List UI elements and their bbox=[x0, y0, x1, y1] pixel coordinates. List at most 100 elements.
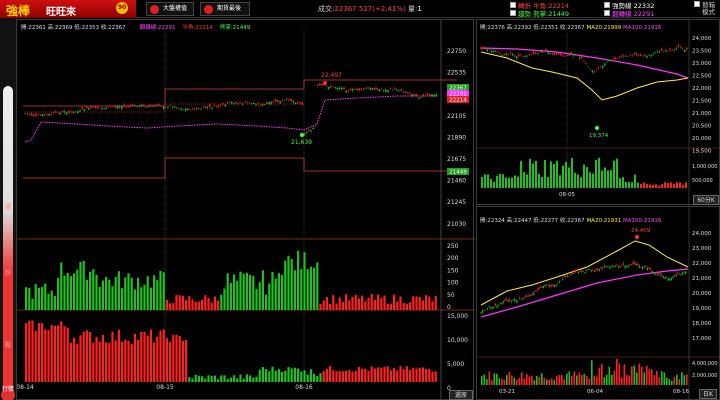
volume-bar bbox=[53, 295, 56, 310]
volume-bar bbox=[533, 380, 536, 385]
candle-body bbox=[645, 266, 647, 267]
candle-body bbox=[646, 56, 648, 59]
volume-bar bbox=[676, 374, 678, 385]
volume-bar bbox=[425, 295, 428, 310]
candle-body bbox=[404, 92, 407, 94]
candle-body bbox=[59, 112, 61, 115]
candle-body bbox=[246, 101, 248, 103]
candle-body bbox=[154, 104, 156, 106]
candle-body bbox=[435, 94, 438, 97]
accum-volume-bar bbox=[242, 378, 245, 382]
candle-body bbox=[652, 53, 654, 55]
low-marker-icon bbox=[300, 133, 304, 137]
accum-volume-bar bbox=[140, 331, 143, 382]
candle-body bbox=[541, 286, 543, 288]
volume-bar bbox=[95, 275, 98, 310]
candle-body bbox=[509, 299, 511, 301]
high-value: 22447 bbox=[513, 218, 532, 224]
turn-line-checkbox[interactable] bbox=[604, 10, 610, 16]
volume-bar bbox=[514, 175, 516, 188]
candle-body bbox=[319, 83, 321, 85]
candle-body bbox=[110, 105, 112, 107]
futures-last-button[interactable]: 期貨最後 bbox=[200, 2, 250, 16]
candle-body bbox=[534, 290, 536, 292]
price-tick-label: 20,500 bbox=[692, 124, 712, 130]
low-label: 低: bbox=[533, 218, 541, 224]
candle-body bbox=[338, 88, 341, 90]
low-annotation: 21,639 bbox=[291, 139, 312, 146]
volume-bar bbox=[502, 174, 504, 188]
candle-body bbox=[539, 51, 541, 53]
main-chart-canvas: 2275022535223202210521890216752146021245… bbox=[17, 20, 475, 400]
accum-volume-bar bbox=[357, 366, 360, 382]
candle-body bbox=[589, 69, 591, 70]
candle-body bbox=[50, 113, 53, 115]
candle-body bbox=[253, 103, 255, 104]
price-tick-label: 21245 bbox=[447, 199, 466, 206]
vol1-tick-label: 50 bbox=[447, 292, 455, 299]
candle-body bbox=[151, 106, 154, 107]
accum-volume-bar bbox=[79, 335, 82, 382]
volume-bar bbox=[159, 270, 162, 310]
trend-checkbox[interactable] bbox=[510, 10, 516, 16]
volume-bar bbox=[521, 372, 523, 385]
turn-checkbox[interactable] bbox=[510, 2, 516, 8]
accum-volume-bar bbox=[201, 376, 204, 382]
candle-body bbox=[537, 53, 539, 54]
candle-body bbox=[57, 112, 59, 114]
hourly-k-button[interactable]: 60分K bbox=[693, 195, 719, 205]
accum-volume-bar bbox=[316, 375, 319, 382]
volume-bar bbox=[606, 374, 608, 385]
volume-bar bbox=[643, 372, 646, 385]
volume-bar bbox=[532, 163, 534, 188]
candle-body bbox=[226, 101, 229, 104]
candle-body bbox=[407, 92, 409, 94]
candle-body bbox=[595, 69, 598, 71]
candle-body bbox=[550, 285, 552, 286]
candle-body bbox=[648, 54, 650, 56]
date-label: 08-16 bbox=[295, 384, 313, 391]
volume-bar bbox=[561, 375, 563, 385]
candle-body bbox=[125, 106, 127, 108]
candle-body bbox=[147, 105, 149, 107]
candle-body bbox=[541, 50, 543, 53]
volume-bar bbox=[181, 295, 184, 310]
switch-mode[interactable]: 替箱 模式 bbox=[694, 1, 715, 16]
candle-body bbox=[501, 302, 503, 305]
candle-body bbox=[145, 106, 147, 108]
accum-volume-bar bbox=[31, 320, 34, 382]
bull-line-value: 22214 bbox=[195, 25, 213, 31]
candle-body bbox=[579, 57, 581, 59]
accum-volume-bar bbox=[98, 341, 101, 382]
volume-bar bbox=[626, 374, 628, 385]
vol-tick-label: 1,000,000 bbox=[692, 164, 717, 170]
date-label: 08-05 bbox=[559, 192, 575, 198]
candle-body bbox=[70, 111, 72, 113]
switch-mode-checkbox[interactable] bbox=[694, 1, 700, 7]
accum-volume-bar bbox=[143, 331, 146, 382]
line-toggles: 強勢線 22332 翻轉線 22291 bbox=[604, 2, 654, 18]
volume-bar bbox=[354, 294, 357, 310]
daily-k-button[interactable]: 日K bbox=[699, 389, 717, 399]
candle-body bbox=[685, 271, 687, 274]
candle-body bbox=[626, 266, 628, 267]
accum-volume-bar bbox=[210, 376, 213, 382]
candle-body bbox=[644, 54, 646, 56]
candle-body bbox=[118, 106, 121, 108]
candle-body bbox=[499, 302, 501, 304]
market-weight-button[interactable]: 大盤權值 bbox=[146, 2, 194, 16]
price-tag-label: 22214 bbox=[449, 98, 467, 104]
price-tick-label: 21460 bbox=[447, 178, 466, 185]
strong-line-value: 22332 bbox=[633, 2, 655, 10]
candle-body bbox=[520, 298, 522, 299]
strong-line-checkbox[interactable] bbox=[604, 2, 610, 8]
bear-value: 21449 bbox=[548, 10, 570, 18]
candle-body bbox=[316, 84, 319, 86]
candle-body bbox=[485, 309, 487, 310]
candle-body bbox=[44, 114, 46, 115]
candle-body bbox=[204, 106, 207, 108]
candle-body bbox=[336, 87, 339, 90]
restore-button[interactable]: 還原 bbox=[449, 390, 473, 400]
accum-volume-bar bbox=[332, 370, 335, 382]
candle-body bbox=[571, 273, 573, 274]
